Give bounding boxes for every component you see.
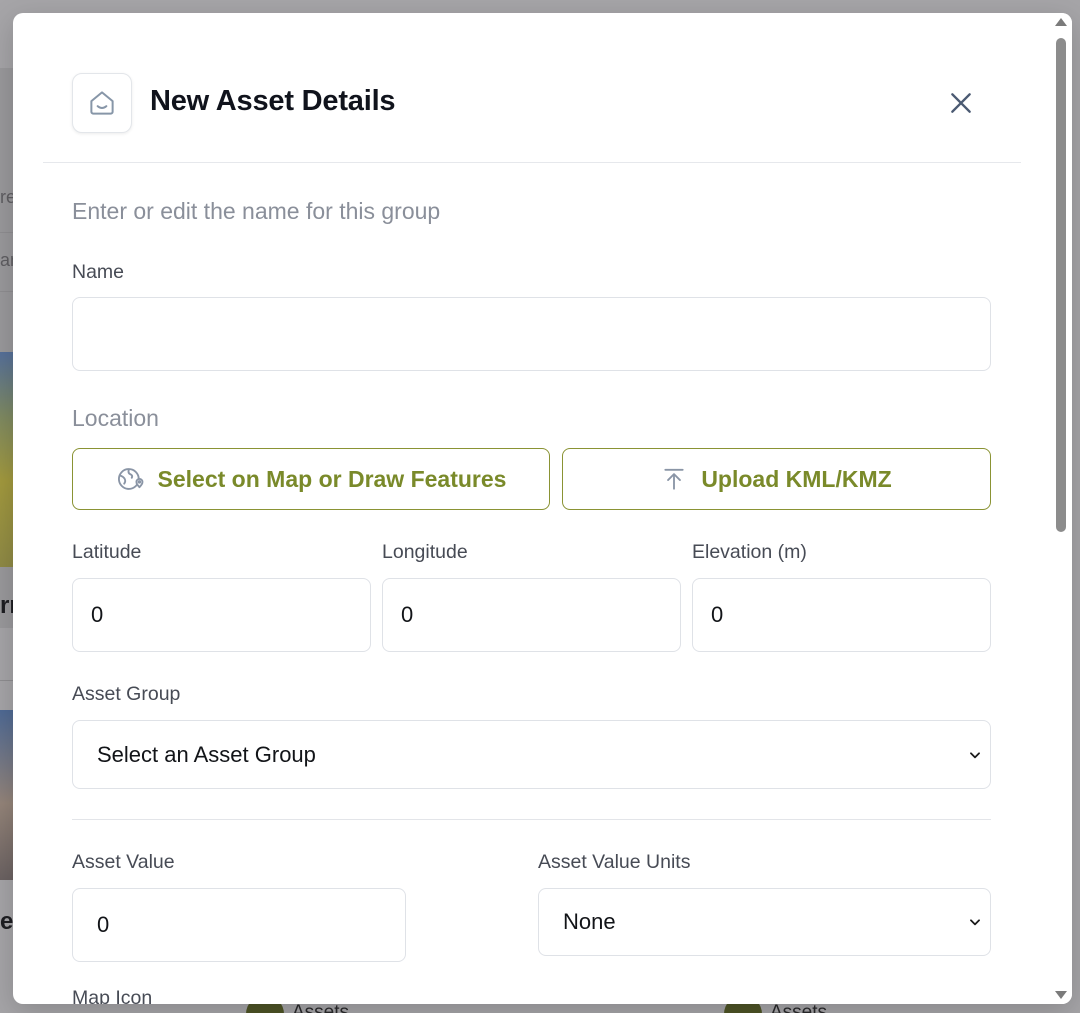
latitude-input[interactable]: [72, 578, 371, 652]
asset-group-select[interactable]: Select an Asset Group: [72, 720, 991, 789]
modal-title: New Asset Details: [150, 85, 396, 117]
modal-header: New Asset Details: [13, 13, 1052, 164]
elevation-input[interactable]: [692, 578, 991, 652]
close-icon: [951, 93, 971, 113]
asset-value-units-label: Asset Value Units: [538, 851, 691, 873]
section-divider: [72, 819, 991, 820]
latitude-label: Latitude: [72, 541, 142, 563]
background-text: re: [0, 187, 13, 207]
background-image: [0, 352, 13, 567]
asset-value-units-select[interactable]: None: [538, 888, 991, 956]
background-divider: [0, 291, 13, 292]
asset-group-label: Asset Group: [72, 683, 181, 705]
modal-scrollbar[interactable]: [1052, 13, 1072, 1004]
background-divider: [0, 680, 13, 681]
close-button[interactable]: [942, 84, 980, 122]
longitude-input[interactable]: [382, 578, 681, 652]
scroll-thumb[interactable]: [1056, 38, 1066, 532]
background-text: an: [0, 250, 13, 270]
select-on-map-button[interactable]: Select on Map or Draw Features: [72, 448, 550, 510]
home-smile-icon: [90, 91, 114, 115]
name-input[interactable]: [72, 297, 991, 371]
asset-value-input[interactable]: [72, 888, 406, 962]
upload-kml-button[interactable]: Upload KML/KMZ: [562, 448, 991, 510]
asset-value-units-selected: None: [563, 909, 616, 934]
asset-value-label: Asset Value: [72, 851, 175, 873]
new-asset-modal: New Asset Details Enter or edit the name…: [13, 13, 1072, 1004]
map-icon-label: Map Icon: [72, 987, 153, 1004]
select-on-map-label: Select on Map or Draw Features: [157, 465, 507, 492]
background-image: [0, 710, 13, 880]
background-divider: [0, 232, 13, 233]
chevron-down-icon: [968, 748, 982, 762]
asset-group-selected: Select an Asset Group: [97, 741, 316, 767]
scroll-down-arrow-icon[interactable]: [1055, 991, 1067, 999]
upload-icon: [664, 468, 684, 490]
background-heading: rr: [0, 592, 13, 619]
location-label: Location: [72, 405, 159, 431]
helper-text: Enter or edit the name for this group: [72, 198, 441, 224]
elevation-label: Elevation (m): [692, 541, 807, 563]
chevron-down-icon: [968, 915, 982, 929]
upload-kml-label: Upload KML/KMZ: [701, 465, 892, 492]
globe-pin-icon: [117, 468, 143, 490]
scroll-up-arrow-icon[interactable]: [1055, 18, 1067, 26]
name-label: Name: [72, 261, 125, 283]
header-divider: [43, 162, 1021, 163]
header-icon-container: [72, 73, 132, 133]
background-heading: ea: [0, 908, 13, 935]
longitude-label: Longitude: [382, 541, 468, 563]
